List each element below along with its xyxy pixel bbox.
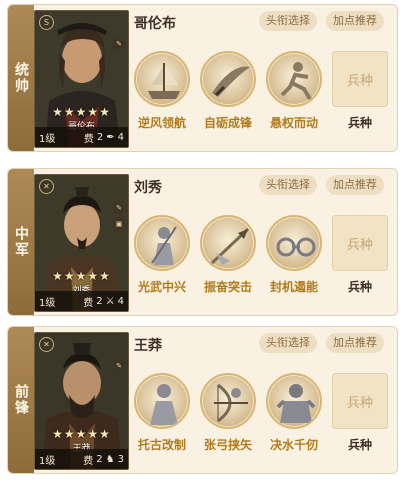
edit-icon[interactable]: ✎ xyxy=(113,202,125,214)
cost-label: 费 xyxy=(83,455,94,467)
general-name: 哥伦布 xyxy=(134,16,176,32)
troop-type-slot[interactable]: 兵种 xyxy=(332,51,388,107)
skill-icon-spear[interactable] xyxy=(200,215,256,271)
star-rating: ★★★★★ xyxy=(52,427,111,441)
level-text: 1级 xyxy=(39,455,56,467)
skill-label: 振奋突击 xyxy=(203,280,252,294)
portrait-info-bar: 1级 费 2 ✒ 4 xyxy=(35,127,128,147)
cost-info: 费 2 ♞ 3 xyxy=(83,452,124,467)
book-icon[interactable]: ▣ xyxy=(113,218,125,230)
skill-label: 光武中兴 xyxy=(137,280,186,294)
skill-icon-blade[interactable] xyxy=(200,51,256,107)
skill-label: 张弓挟矢 xyxy=(203,438,252,452)
troop-type-label: 兵种 xyxy=(347,280,372,294)
star-rating: ★★★★★ xyxy=(52,269,111,283)
general-card-3: 前锋 ✕ ✎ ★★★★★ 王莽 1级 费 2 ♞ 3 王莽 头衔选择 加点推荐 xyxy=(7,326,398,474)
position-label: 统帅 xyxy=(13,62,29,94)
title-select-button[interactable]: 头衔选择 xyxy=(259,175,317,195)
level-text: 1级 xyxy=(39,297,56,309)
cost-value: 2 xyxy=(96,295,103,307)
level-text: 1级 xyxy=(39,133,56,145)
cost-label: 费 xyxy=(83,133,94,145)
general-portrait[interactable]: ✕ ✎ ★★★★★ 王莽 1级 费 2 ♞ 3 xyxy=(34,332,129,470)
title-select-button[interactable]: 头衔选择 xyxy=(259,333,317,353)
cost-value: 2 xyxy=(96,131,104,143)
rank-badge-icon: ✕ xyxy=(39,337,54,352)
cost-info: 费 2 ✒ 4 xyxy=(84,130,124,145)
unit-count: 4 xyxy=(117,131,124,143)
position-tag: 中军 xyxy=(8,169,34,315)
rank-badge-icon: S xyxy=(39,15,54,30)
skill-label: 决水千仞 xyxy=(269,438,318,452)
skill-label: 托古改制 xyxy=(137,438,186,452)
general-portrait[interactable]: S ✎ ★★★★★ 哥伦布 1级 费 2 ✒ 4 xyxy=(34,10,129,148)
position-tag: 统帅 xyxy=(8,5,34,151)
edit-icon[interactable]: ✎ xyxy=(113,360,125,372)
position-label: 中军 xyxy=(13,226,29,258)
troop-type-slot[interactable]: 兵种 xyxy=(332,373,388,429)
cost-label: 费 xyxy=(83,297,94,309)
skill-label: 逆风领航 xyxy=(137,116,186,130)
skill-icon-runner[interactable] xyxy=(266,51,322,107)
points-recommend-button[interactable]: 加点推荐 xyxy=(326,333,384,353)
position-tag: 前锋 xyxy=(8,327,34,473)
cost-info: 费 2 ⚔ 4 xyxy=(83,294,124,309)
general-name: 刘秀 xyxy=(134,180,162,196)
rank-badge-icon: ✕ xyxy=(39,179,54,194)
portrait-info-bar: 1级 费 2 ♞ 3 xyxy=(35,449,128,469)
halberd-icon: ⚔ xyxy=(105,295,115,307)
general-card-2: 中军 ✕ ✎ ▣ ★★★★★ 刘秀 1级 费 2 ⚔ 4 刘秀 头衔选择 加点推… xyxy=(7,168,398,316)
troop-type-label: 兵种 xyxy=(347,116,372,130)
skill-icon-warrior[interactable] xyxy=(134,215,190,271)
points-recommend-button[interactable]: 加点推荐 xyxy=(326,175,384,195)
cost-value: 2 xyxy=(96,453,103,465)
unit-count: 3 xyxy=(117,453,124,465)
skill-icon-archer[interactable] xyxy=(200,373,256,429)
edit-icon[interactable]: ✎ xyxy=(113,38,125,50)
skill-label: 封机遏能 xyxy=(269,280,318,294)
general-portrait[interactable]: ✕ ✎ ▣ ★★★★★ 刘秀 1级 费 2 ⚔ 4 xyxy=(34,174,129,312)
star-rating: ★★★★★ xyxy=(52,105,111,119)
unit-count: 4 xyxy=(117,295,124,307)
feather-icon: ✒ xyxy=(106,131,115,143)
skill-label: 自砺成锋 xyxy=(203,116,252,130)
position-label: 前锋 xyxy=(13,384,29,416)
skill-icon-ship[interactable] xyxy=(134,51,190,107)
troop-type-label: 兵种 xyxy=(347,438,372,452)
title-select-button[interactable]: 头衔选择 xyxy=(259,11,317,31)
portrait-info-bar: 1级 费 2 ⚔ 4 xyxy=(35,291,128,311)
skill-icon-chains[interactable] xyxy=(266,215,322,271)
skill-icon-scholar[interactable] xyxy=(134,373,190,429)
points-recommend-button[interactable]: 加点推荐 xyxy=(326,11,384,31)
troop-type-slot[interactable]: 兵种 xyxy=(332,215,388,271)
general-name: 王莽 xyxy=(134,338,162,354)
horse-icon: ♞ xyxy=(105,453,115,465)
skill-icon-brute[interactable] xyxy=(266,373,322,429)
general-card-1: 统帅 S ✎ ★★★★★ 哥伦布 1级 费 2 ✒ 4 哥伦布 头衔选择 加点推… xyxy=(7,4,398,152)
skill-label: 悬权而动 xyxy=(269,116,318,130)
